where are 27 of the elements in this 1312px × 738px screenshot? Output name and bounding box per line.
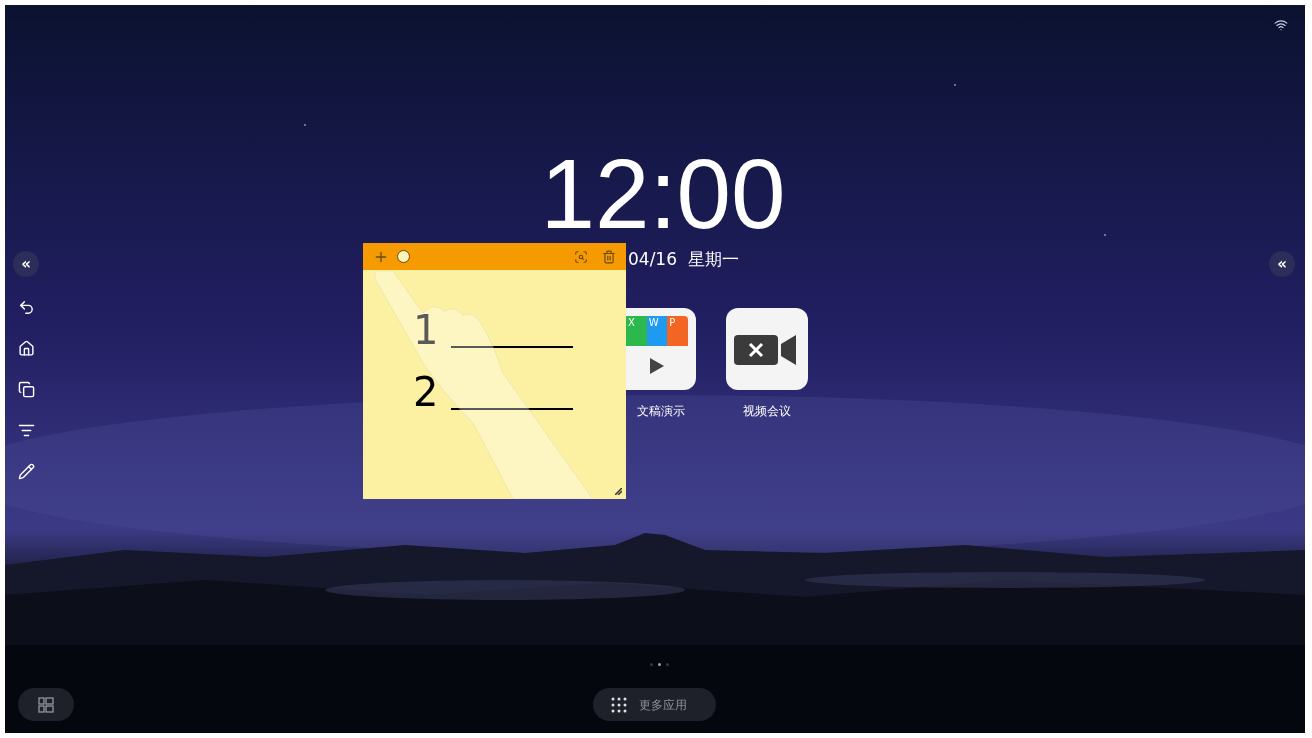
app-label: 视频会议	[743, 403, 791, 420]
document-type-label: W	[646, 316, 668, 346]
handwritten-number: 2	[413, 372, 439, 412]
app-label: 文稿演示	[637, 403, 685, 420]
grid-dots-icon	[611, 696, 627, 713]
home-icon[interactable]	[17, 340, 35, 357]
handwritten-number: 1	[413, 310, 439, 350]
date-label: 04/16 星期一	[628, 248, 739, 271]
fill-in-line[interactable]	[451, 346, 573, 348]
play-icon	[650, 358, 664, 374]
color-dot-button[interactable]	[397, 250, 410, 263]
fill-in-line[interactable]	[451, 408, 573, 410]
document-type-label: X	[626, 316, 647, 346]
windows-grid-icon	[38, 696, 54, 713]
video-app-tile[interactable]	[726, 308, 808, 390]
clock-time: 12:00	[540, 145, 786, 243]
resize-icon[interactable]	[574, 249, 588, 264]
list-icon[interactable]	[17, 422, 35, 439]
back-icon[interactable]	[17, 299, 35, 316]
document-type-label: P	[667, 316, 688, 346]
windows-icon[interactable]	[17, 381, 35, 398]
trash-icon[interactable]	[602, 249, 616, 264]
sticky-note-window[interactable]: 1 2	[363, 243, 626, 499]
more-apps-button[interactable]: 更多应用	[593, 688, 716, 721]
wifi-icon	[1274, 18, 1288, 32]
resize-handle-icon[interactable]	[615, 488, 622, 495]
pen-icon[interactable]	[17, 463, 35, 480]
